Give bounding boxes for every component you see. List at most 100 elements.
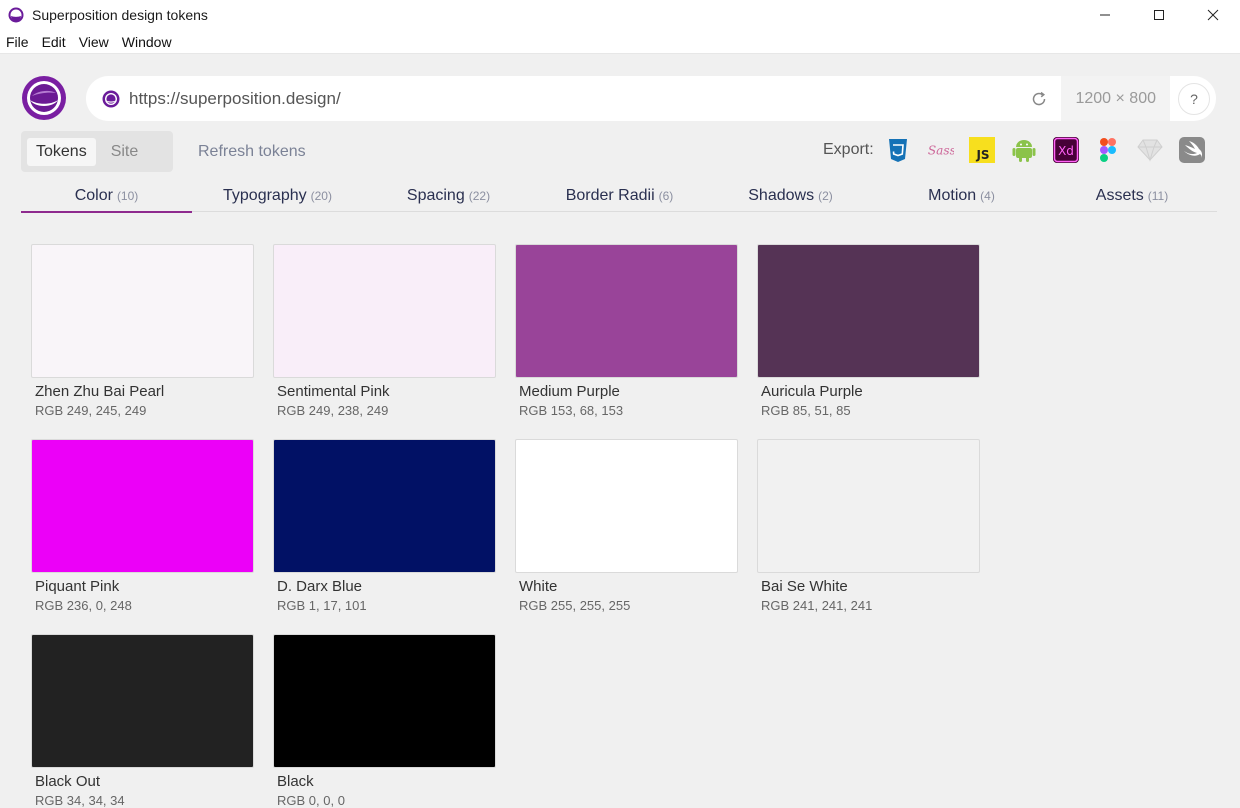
color-chip — [273, 439, 496, 573]
window-controls — [1078, 0, 1240, 30]
tab-count: (22) — [468, 188, 491, 203]
color-swatch[interactable]: Sentimental Pink RGB 249, 238, 249 — [273, 244, 496, 418]
reload-glyph-icon — [1033, 91, 1046, 105]
tab-label: Typography — [223, 186, 307, 204]
tab-count: (6) — [658, 188, 674, 203]
color-chip — [515, 439, 738, 573]
tab-count: (20) — [310, 188, 332, 203]
color-chip — [273, 244, 496, 378]
color-swatch[interactable]: Black Out RGB 34, 34, 34 — [31, 634, 254, 808]
sass-icon[interactable]: Sass — [926, 136, 954, 164]
color-name: Sentimental Pink — [277, 383, 390, 400]
tab-color[interactable]: Color (10) — [21, 179, 192, 213]
color-rgb: RGB 236, 0, 248 — [35, 598, 132, 613]
maximize-button[interactable] — [1132, 0, 1186, 30]
color-swatch[interactable]: Auricula Purple RGB 85, 51, 85 — [757, 244, 980, 418]
token-tabs: Color (10) Typography (20) Spacing (22) Bor… — [21, 179, 1217, 213]
minimize-button[interactable] — [1078, 0, 1132, 30]
tokens-toggle-button[interactable]: Tokens — [27, 137, 96, 166]
color-chip — [31, 634, 254, 768]
tab-shadows[interactable]: Shadows (2) — [705, 179, 876, 212]
tab-typography[interactable]: Typography (20) — [192, 179, 363, 212]
color-swatch[interactable]: D. Darx Blue RGB 1, 17, 101 — [273, 439, 496, 613]
tab-label: Color — [74, 186, 113, 204]
app-logo-icon — [8, 7, 24, 23]
refresh-tokens-link[interactable]: Refresh tokens — [198, 143, 306, 161]
color-chip — [273, 634, 496, 768]
color-swatch[interactable]: Zhen Zhu Bai Pearl RGB 249, 245, 249 — [31, 244, 254, 418]
js-icon[interactable]: JS — [968, 136, 996, 164]
color-rgb: RGB 1, 17, 101 — [277, 598, 367, 613]
color-swatch[interactable]: Bai Se White RGB 241, 241, 241 — [757, 439, 980, 613]
url-bar: 1200 × 800 ? — [86, 76, 1216, 121]
tab-count: (2) — [818, 188, 833, 203]
maximize-icon — [1154, 10, 1164, 20]
site-favicon-icon — [102, 90, 120, 107]
color-chip — [31, 244, 254, 378]
viewport-dimensions[interactable]: 1200 × 800 — [1061, 76, 1170, 121]
css3-icon[interactable]: CSS — [884, 136, 912, 164]
color-chip — [31, 439, 254, 573]
tab-motion[interactable]: Motion (4) — [876, 179, 1047, 212]
color-name: White — [519, 578, 558, 595]
svg-text:Xd: Xd — [1058, 144, 1074, 158]
android-icon[interactable] — [1010, 136, 1038, 164]
tab-spacing[interactable]: Spacing (22) — [363, 179, 534, 212]
color-rgb: RGB 255, 255, 255 — [519, 598, 631, 613]
tab-count: (11) — [1147, 188, 1169, 203]
color-rgb: RGB 0, 0, 0 — [277, 793, 345, 808]
color-swatch[interactable]: White RGB 255, 255, 255 — [515, 439, 738, 613]
tab-count: (4) — [980, 188, 995, 203]
close-button[interactable] — [1186, 0, 1240, 30]
color-rgb: RGB 153, 68, 153 — [519, 403, 624, 418]
menu-window[interactable]: Window — [122, 34, 172, 50]
tab-label: Assets — [1095, 186, 1144, 204]
color-rgb: RGB 249, 245, 249 — [35, 403, 147, 418]
svg-text:Sass: Sass — [928, 144, 954, 158]
sketch-icon[interactable] — [1136, 136, 1164, 164]
color-name: Piquant Pink — [35, 578, 120, 595]
swift-icon[interactable] — [1178, 136, 1206, 164]
reload-icon[interactable] — [1029, 89, 1049, 109]
tab-label: Motion — [928, 186, 977, 204]
menu-bar: File Edit View Window — [0, 30, 1240, 54]
color-name: Zhen Zhu Bai Pearl — [35, 383, 165, 400]
color-rgb: RGB 241, 241, 241 — [761, 598, 873, 613]
superposition-logo-icon — [22, 76, 66, 120]
tab-label: Shadows — [748, 186, 815, 204]
figma-icon[interactable] — [1094, 136, 1122, 164]
color-swatch[interactable]: Black RGB 0, 0, 0 — [273, 634, 496, 808]
color-name: Black — [277, 773, 314, 790]
tab-assets[interactable]: Assets (11) — [1047, 179, 1217, 212]
title-bar: Superposition design tokens — [0, 0, 1240, 30]
mode-toggle: Tokens Site — [21, 131, 173, 172]
tab-label: Border Radii — [565, 186, 655, 204]
color-name: Bai Se White — [761, 578, 848, 595]
color-chip — [515, 244, 738, 378]
menu-file[interactable]: File — [6, 34, 29, 50]
menu-edit[interactable]: Edit — [42, 34, 66, 50]
menu-view[interactable]: View — [79, 34, 109, 50]
svg-text:JS: JS — [975, 148, 989, 162]
color-rgb: RGB 34, 34, 34 — [35, 793, 125, 808]
url-input[interactable] — [129, 88, 1030, 109]
color-swatch[interactable]: Medium Purple RGB 153, 68, 153 — [515, 244, 738, 418]
tab-border-radii[interactable]: Border Radii (6) — [534, 179, 705, 212]
color-name: Auricula Purple — [761, 383, 863, 400]
tab-label: Spacing — [406, 186, 465, 204]
color-name: D. Darx Blue — [277, 578, 363, 595]
site-toggle-button[interactable]: Site — [102, 138, 148, 166]
color-rgb: RGB 249, 238, 249 — [277, 403, 389, 418]
svg-text:CSS: CSS — [894, 139, 902, 144]
window-title: Superposition design tokens — [32, 7, 208, 23]
export-label: Export: — [823, 141, 874, 158]
minimize-icon — [1100, 14, 1110, 16]
help-button[interactable]: ? — [1178, 82, 1210, 115]
color-swatch[interactable]: Piquant Pink RGB 236, 0, 248 — [31, 439, 254, 613]
color-rgb: RGB 85, 51, 85 — [761, 403, 851, 418]
main-content: 1200 × 800 ? Tokens Site Refresh tokens … — [0, 54, 1240, 808]
color-chip — [757, 439, 980, 573]
color-chip — [757, 244, 980, 378]
tab-count: (10) — [116, 188, 139, 203]
xd-icon[interactable]: Xd — [1052, 136, 1080, 164]
